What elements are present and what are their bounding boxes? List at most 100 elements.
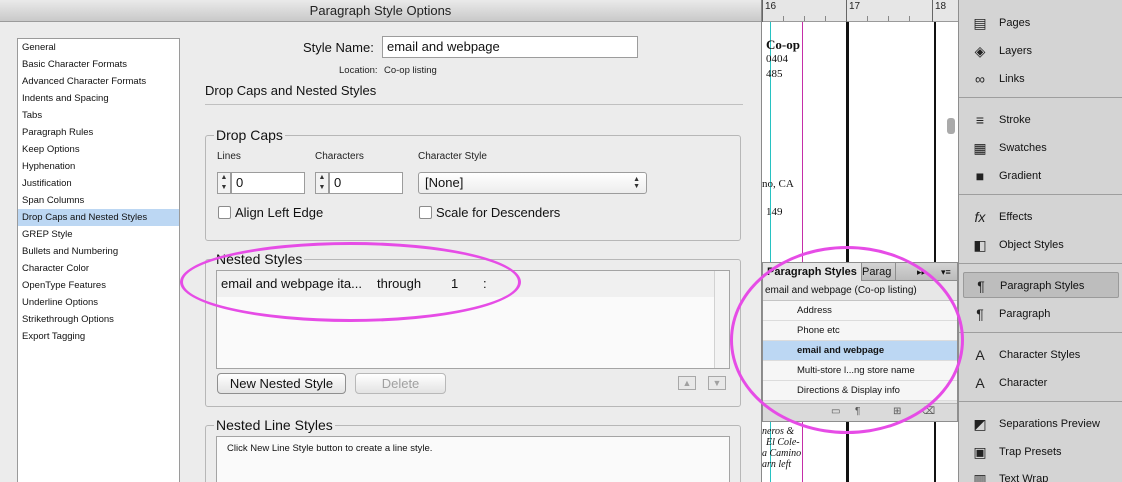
character-styles-icon: A [975,347,985,363]
location-value: Co-op listing [384,65,437,76]
pages-icon: ▤ [973,15,987,31]
ruler-label: 18 [932,0,946,22]
lines-input[interactable]: 0 [231,172,305,194]
scale-descenders-label[interactable]: Scale for Descenders [436,205,560,220]
dock-item-label: Paragraph Styles [1000,280,1085,292]
delete-nested-style-button[interactable]: Delete [355,373,446,394]
section-title: Drop Caps and Nested Styles [205,83,377,98]
category-item[interactable]: GREP Style [18,226,179,243]
dock-item-label: Stroke [999,114,1031,126]
dialog-title[interactable]: Paragraph Style Options [0,0,761,22]
doc-text-line: neros & [762,426,795,437]
nested-line-styles-list[interactable]: Click New Line Style button to create a … [216,436,730,482]
category-list[interactable]: General Basic Character Formats Advanced… [17,38,180,482]
category-item[interactable]: Tabs [18,107,179,124]
trap-presets-icon: ▣ [973,444,987,460]
divider [205,104,743,105]
dock-divider [959,332,1122,333]
category-item[interactable]: Span Columns [18,192,179,209]
dock-item-paragraph-styles[interactable]: ¶ Paragraph Styles [963,272,1119,298]
dock-item-effects[interactable]: fx Effects [963,204,1119,230]
dock-item-label: Character [999,377,1048,389]
dock-item-label: Character Styles [999,349,1081,361]
ruler-label: 17 [846,0,860,22]
horizontal-ruler[interactable]: 16 17 18 [762,0,958,22]
category-item[interactable]: Paragraph Rules [18,124,179,141]
lines-stepper[interactable]: ▲ ▼ [217,172,231,194]
layers-icon: ◈ [974,43,986,59]
style-name-input[interactable]: email and webpage [382,36,638,58]
gradient-icon: ■ [975,168,985,184]
dock-item-links[interactable]: ∞ Links [963,66,1119,92]
text-wrap-icon: ▥ [973,471,987,482]
category-item[interactable]: Underline Options [18,294,179,311]
category-item[interactable]: Keep Options [18,141,179,158]
move-up-icon[interactable]: ▲ [678,376,696,390]
category-item-selected[interactable]: Drop Caps and Nested Styles [18,209,179,226]
paragraph-icon: ¶ [976,306,984,322]
dock-divider [959,263,1122,264]
align-left-edge-checkbox[interactable] [218,206,231,219]
category-item[interactable]: Indents and Spacing [18,90,179,107]
dock-item-character-styles[interactable]: A Character Styles [963,342,1119,368]
scale-descenders-checkbox[interactable] [419,206,432,219]
dock-item-label: Swatches [999,142,1047,154]
category-item[interactable]: Strikethrough Options [18,311,179,328]
swatches-icon: ▦ [973,140,987,156]
category-item[interactable]: Justification [18,175,179,192]
dock-item-swatches[interactable]: ▦ Swatches [963,135,1119,161]
effects-icon: fx [974,209,986,225]
dock-item-layers[interactable]: ◈ Layers [963,38,1119,64]
nested-line-styles-hint: Click New Line Style button to create a … [227,443,433,454]
annotation-ellipse [180,242,521,322]
doc-text-line: no, CA [762,178,794,190]
category-item[interactable]: Hyphenation [18,158,179,175]
new-nested-style-button[interactable]: New Nested Style [217,373,346,394]
align-left-edge-label[interactable]: Align Left Edge [235,205,323,220]
drop-caps-title: Drop Caps [214,127,285,143]
links-icon: ∞ [975,71,985,87]
doc-text-line: 149 [766,206,783,218]
nested-styles-scrollbar[interactable] [714,271,729,368]
category-item[interactable]: Basic Character Formats [18,56,179,73]
dock-item-stroke[interactable]: ≡ Stroke [963,107,1119,133]
dock-item-label: Object Styles [999,239,1064,251]
doc-text-line: a Camino [762,448,802,459]
dock-item-paragraph[interactable]: ¶ Paragraph [963,301,1119,327]
panel-menu-icon[interactable]: ▾≡ [937,263,955,281]
category-item[interactable]: OpenType Features [18,277,179,294]
move-down-icon[interactable]: ▼ [708,376,726,390]
doc-text-line: 485 [766,68,783,80]
dock-item-gradient[interactable]: ■ Gradient [963,163,1119,189]
dock-item-character[interactable]: A Character [963,370,1119,396]
category-item[interactable]: General [18,39,179,56]
dock-item-trap-presets[interactable]: ▣ Trap Presets [963,439,1119,465]
dock-item-label: Layers [999,45,1033,57]
doc-text-line: arn left [762,459,792,470]
location-label: Location: [339,65,378,76]
annotation-ellipse [730,246,964,434]
panel-dock: ▤ Pages ◈ Layers ∞ Links ≡ Stroke ▦ Swatches … [947,0,1122,482]
dock-item-separations-preview[interactable]: ◩ Separations Preview [963,411,1119,437]
dock-item-label: Gradient [999,170,1042,182]
canvas-scrollbar-thumb[interactable] [947,118,955,134]
dock-item-pages[interactable]: ▤ Pages [963,10,1119,36]
category-item[interactable]: Bullets and Numbering [18,243,179,260]
character-style-value: [None] [425,175,464,190]
dock-item-label: Trap Presets [999,446,1062,458]
doc-text-line: El Cole- [766,437,800,448]
dock-item-object-styles[interactable]: ◧ Object Styles [963,232,1119,258]
character-style-select[interactable]: [None] ▲ ▼ [418,172,647,194]
category-item[interactable]: Export Tagging [18,328,179,345]
category-item[interactable]: Character Color [18,260,179,277]
characters-input[interactable]: 0 [329,172,403,194]
dock-item-text-wrap[interactable]: ▥ Text Wrap [963,466,1119,482]
dock-item-label: Separations Preview [999,418,1100,430]
doc-text-line: Co-op [766,37,800,52]
dock-item-label: Links [999,73,1025,85]
ruler-label: 16 [762,0,776,22]
dock-item-label: Effects [999,211,1033,223]
characters-stepper[interactable]: ▲ ▼ [315,172,329,194]
characters-label: Characters [315,151,364,162]
category-item[interactable]: Advanced Character Formats [18,73,179,90]
